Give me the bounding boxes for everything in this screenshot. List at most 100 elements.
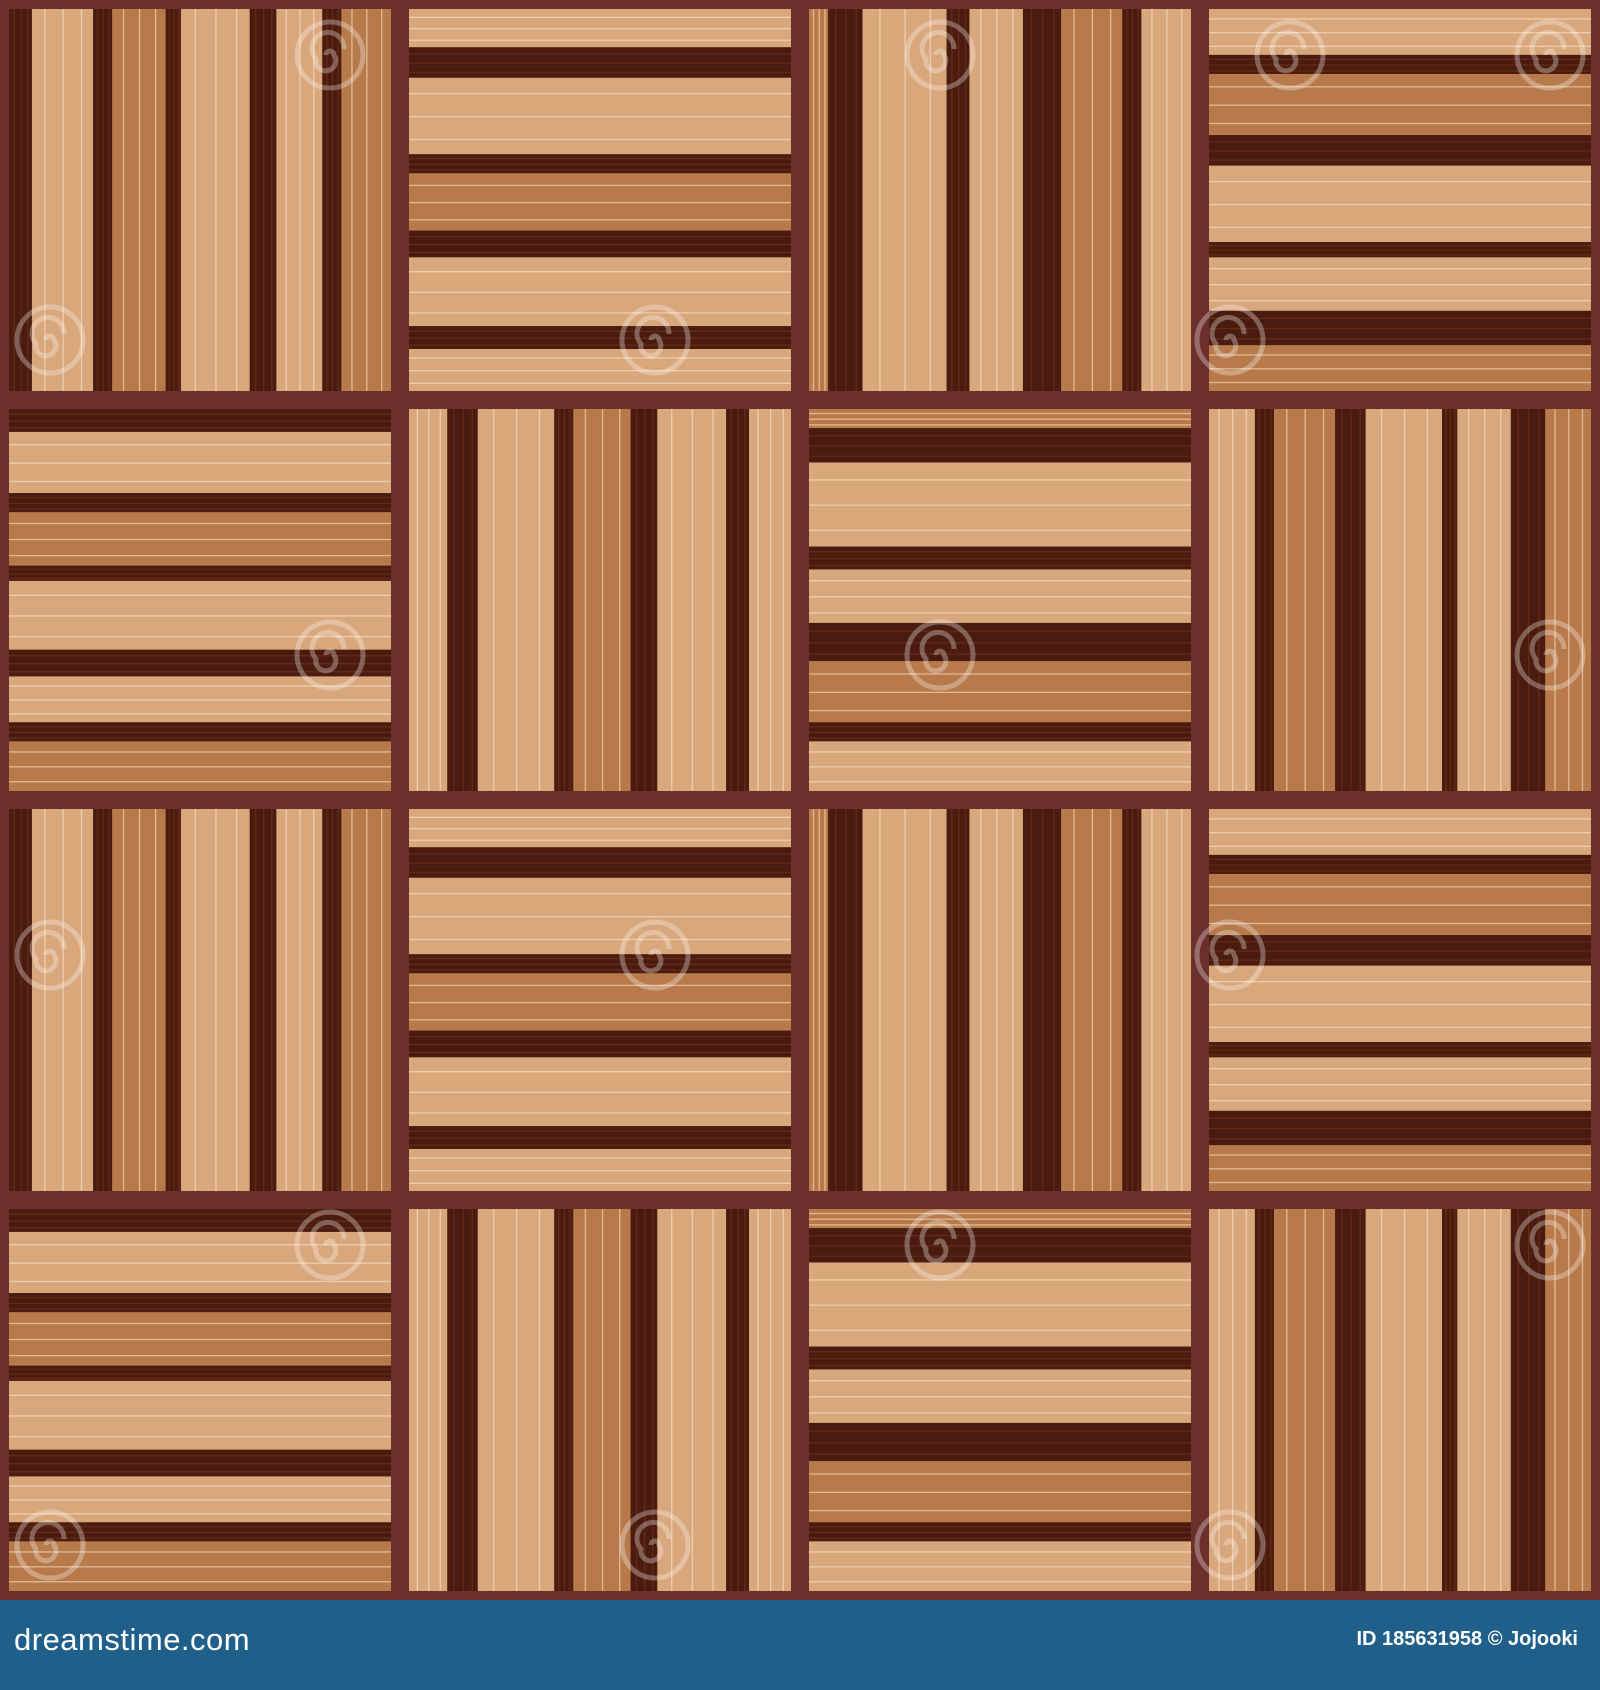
wood-grain (538, 409, 541, 791)
wood-grain (1245, 409, 1248, 791)
wood-grain (1209, 86, 1591, 88)
wood-grain (691, 1209, 694, 1591)
wood-grain (9, 663, 391, 665)
wood-grain (809, 1396, 1191, 1398)
wood-grain (173, 809, 175, 1191)
wood-grain (331, 809, 334, 1191)
wood-grain (409, 62, 791, 64)
wood-grain (215, 9, 217, 391)
wood-grain (409, 28, 791, 30)
wood-grain (569, 409, 571, 791)
wood-grain (1527, 409, 1530, 791)
wood-grain (1445, 1209, 1447, 1591)
wood-grain (9, 1280, 391, 1283)
wood-grain (1341, 1209, 1343, 1591)
wood-grain (299, 9, 301, 391)
wood-grain (809, 1510, 1191, 1512)
wood-grain (671, 409, 673, 791)
wood-grain (1322, 409, 1325, 791)
wood-grain (409, 163, 791, 166)
parquet-tile (800, 0, 1200, 400)
wood-grain (1209, 18, 1591, 20)
wood-grain (812, 9, 815, 391)
wood-grain (9, 420, 391, 422)
wood-grain (737, 409, 739, 791)
wood-grain (337, 809, 339, 1191)
wood-grain (9, 635, 391, 638)
wood-grain (9, 1415, 391, 1417)
wood-grain (409, 1035, 791, 1038)
wood-grain (809, 1531, 1191, 1534)
wood-grain (313, 809, 315, 1191)
wood-grain (409, 828, 791, 830)
wood-grain (493, 1209, 495, 1591)
wood-plank (809, 1541, 1191, 1591)
wood-grain (9, 1213, 391, 1215)
wood-grain (409, 1001, 791, 1004)
wood-grain (1581, 409, 1584, 791)
wood-grain (1270, 409, 1272, 791)
wood-grain (1151, 9, 1153, 391)
wood-grain (409, 357, 791, 359)
parquet-tile (800, 1200, 1200, 1600)
wood-grain (108, 9, 110, 391)
wood-grain (1209, 870, 1591, 872)
wood-grain (409, 915, 791, 918)
wood-grain (9, 444, 391, 446)
wood-grain (1538, 409, 1540, 791)
wood-grain (409, 330, 791, 332)
wood-grain (1445, 409, 1447, 791)
wood-grain (154, 809, 157, 1191)
parquet-tile (0, 1200, 400, 1600)
wood-grain (809, 557, 1191, 560)
parquet-tile (400, 0, 800, 400)
wood-grain (215, 809, 217, 1191)
parquet-tile (400, 1200, 800, 1600)
wood-grain (102, 809, 104, 1191)
wood-grain (1218, 409, 1220, 791)
wood-grain (9, 1435, 391, 1438)
wood-grain (1053, 9, 1055, 391)
wood-grain (809, 1218, 1191, 1220)
wood-grain (9, 496, 391, 499)
wood-grain (1231, 409, 1234, 791)
wood-grain (809, 1224, 1191, 1226)
wood-grain (1209, 845, 1591, 848)
brand-link[interactable]: dreamstime.com (14, 1622, 250, 1658)
wood-grain (1209, 327, 1591, 330)
wood-grain (1209, 284, 1591, 286)
wood-grain (9, 1537, 391, 1539)
wood-grain (1286, 1209, 1288, 1591)
wood-grain (168, 809, 171, 1191)
wood-grain (996, 809, 998, 1191)
wood-grain (845, 9, 847, 391)
wood-grain (1209, 368, 1591, 370)
wood-grain (471, 409, 473, 791)
wood-grain (809, 1566, 1191, 1568)
wood-grain (809, 455, 1191, 457)
parquet-tile (800, 800, 1200, 1200)
wood-grain (1380, 1209, 1383, 1591)
wood-grain (809, 434, 1191, 437)
wood-grain (1322, 1209, 1325, 1591)
wood-grain (1181, 809, 1183, 1191)
wood-grain (235, 809, 238, 1191)
wood-grain (1258, 409, 1260, 791)
wood-grain (809, 710, 1191, 712)
wood-grain (9, 731, 391, 734)
wood-grain (409, 1071, 791, 1073)
wood-grain (9, 1513, 391, 1515)
wood-plank (9, 741, 391, 791)
wood-grain (96, 9, 99, 391)
wood-grain (671, 1209, 673, 1591)
wood-grain (9, 573, 391, 575)
wood-grain (809, 529, 1191, 532)
wood-grain (1209, 1154, 1591, 1156)
wood-grain (9, 1499, 391, 1501)
wood-grain (1449, 409, 1451, 791)
wood-grain (1209, 1067, 1591, 1070)
wood-grain (409, 235, 791, 238)
wood-grain (1131, 9, 1134, 391)
wood-grain (409, 291, 791, 294)
wood-grain (1359, 1209, 1361, 1591)
